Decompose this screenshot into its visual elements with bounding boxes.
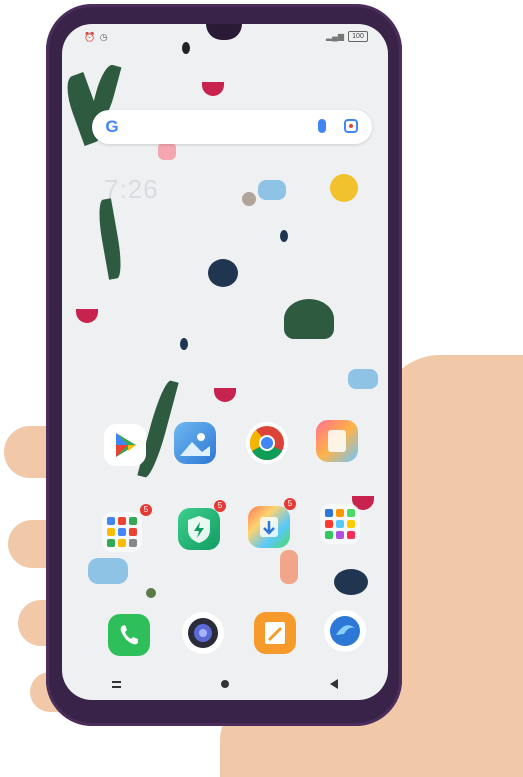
front-camera-notch	[206, 24, 242, 40]
security-badge: 5	[214, 500, 226, 512]
google-search-bar[interactable]: G	[92, 110, 372, 144]
chrome-app[interactable]	[246, 422, 288, 464]
dot-decoration	[146, 588, 156, 598]
blob-decoration	[258, 180, 286, 200]
dot-decoration	[242, 192, 256, 206]
lens-icon[interactable]	[344, 119, 358, 133]
play-store-app[interactable]	[104, 424, 146, 466]
mic-icon[interactable]	[318, 119, 326, 133]
phone-icon	[120, 625, 138, 645]
browser-app[interactable]	[324, 610, 366, 652]
flower-decoration	[214, 388, 236, 402]
status-icons-left: ⏰ ◷	[84, 32, 109, 42]
signal-icon: ▂▄▆	[326, 32, 344, 41]
phone-app[interactable]	[108, 614, 150, 656]
phone-screen: ⏰ ◷ ▂▄▆ 100 G 7:26 5 5 5	[62, 24, 388, 700]
battery-icon: 100	[348, 31, 368, 42]
recent-apps-button[interactable]	[112, 680, 122, 688]
security-app[interactable]	[178, 508, 220, 550]
clock-widget: 7:26	[104, 174, 159, 204]
leaf-decoration	[284, 299, 334, 339]
browser-icon	[330, 616, 360, 646]
notes-icon	[265, 622, 285, 644]
themes-icon	[328, 430, 346, 452]
dot-decoration	[182, 42, 190, 54]
cleaner-app[interactable]	[248, 506, 290, 548]
sun-decoration	[330, 174, 358, 202]
flower-decoration	[76, 309, 98, 323]
google-folder-badge: 5	[140, 504, 152, 516]
gallery-app[interactable]	[174, 422, 216, 464]
blob-decoration	[280, 550, 298, 584]
camera-app[interactable]	[182, 612, 224, 654]
blob-decoration	[88, 558, 128, 584]
google-logo-icon: G	[105, 117, 119, 136]
leaf-decoration	[334, 569, 368, 595]
status-icons-right: ▂▄▆ 100	[326, 31, 368, 42]
tools-folder[interactable]	[320, 504, 360, 544]
dot-decoration	[280, 230, 288, 242]
leaf-decoration	[95, 198, 125, 280]
cleaner-badge: 5	[284, 498, 296, 510]
dot-decoration	[180, 338, 188, 350]
google-folder[interactable]	[102, 512, 142, 552]
blob-decoration	[348, 369, 378, 389]
navigation-bar	[62, 676, 388, 692]
chrome-icon	[249, 426, 284, 460]
home-button[interactable]	[221, 680, 230, 688]
cleaner-icon	[260, 517, 278, 537]
flower-decoration	[202, 82, 224, 96]
blob-decoration	[158, 142, 176, 160]
gallery-icon	[180, 433, 210, 456]
themes-app[interactable]	[316, 420, 358, 462]
leaf-decoration	[208, 259, 238, 287]
camera-icon	[188, 618, 218, 648]
back-button[interactable]	[329, 679, 338, 689]
play-store-icon	[116, 433, 136, 457]
security-icon	[188, 516, 210, 543]
notes-app[interactable]	[254, 612, 296, 654]
